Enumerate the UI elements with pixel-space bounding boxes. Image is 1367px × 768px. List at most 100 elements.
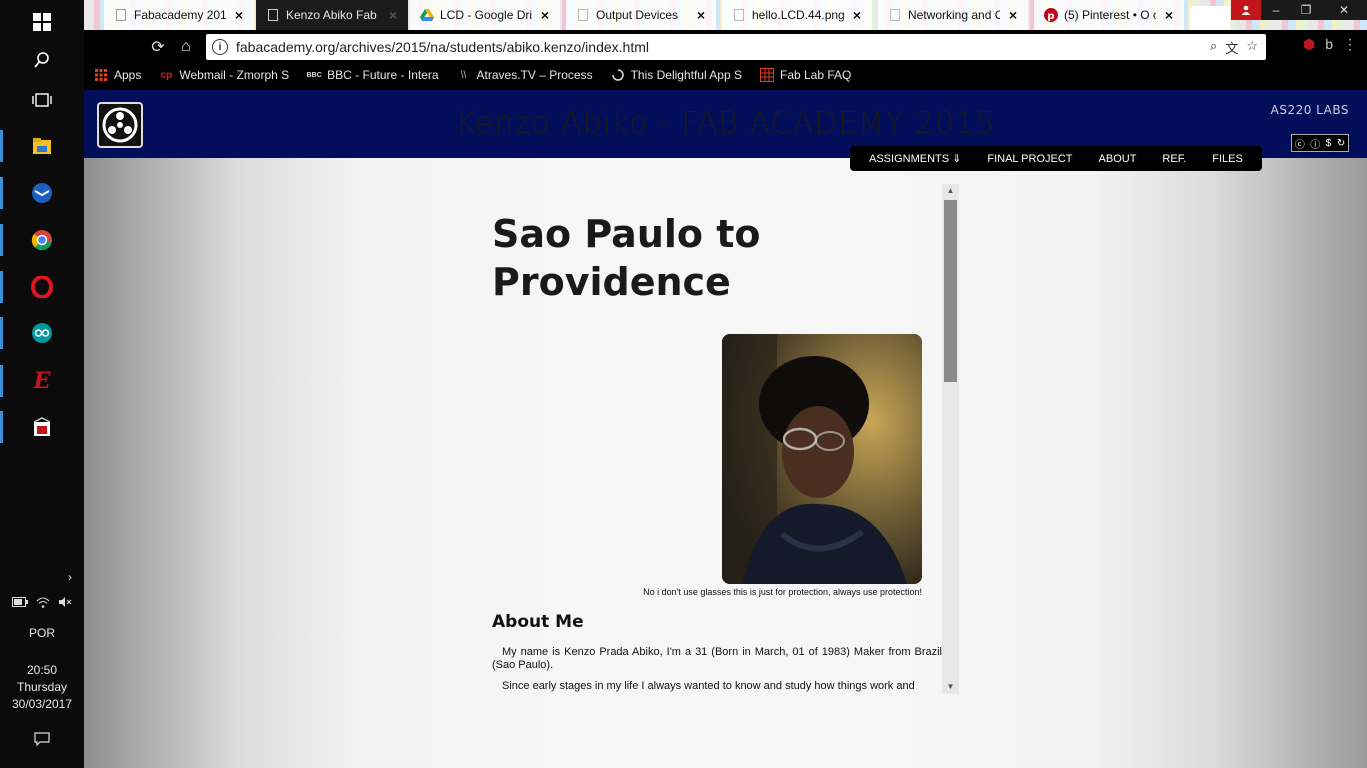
svg-text:p: p bbox=[1047, 11, 1054, 22]
show-hidden-icons-chevron-icon[interactable]: › bbox=[0, 570, 84, 584]
adblock-icon[interactable]: ⬢ bbox=[1303, 36, 1315, 53]
thunderbird-icon bbox=[31, 182, 53, 204]
bookmark-bbc-future[interactable]: BBC BBC - Future - Intera bbox=[307, 68, 439, 82]
pinterest-icon: p bbox=[1044, 8, 1058, 22]
new-tab-button[interactable] bbox=[1190, 6, 1230, 30]
tab-networking[interactable]: Networking and C × bbox=[878, 0, 1028, 30]
bing-icon[interactable]: b bbox=[1325, 36, 1333, 53]
close-window-icon[interactable]: ✕ bbox=[1321, 0, 1367, 20]
clock-date[interactable]: 30/03/2017 bbox=[0, 696, 84, 713]
nav-about[interactable]: ABOUT bbox=[1086, 153, 1150, 165]
tab-title: Kenzo Abiko Fab bbox=[286, 8, 377, 22]
page-icon bbox=[576, 8, 590, 22]
tab-lcd-google-drive[interactable]: LCD - Google Dri × bbox=[410, 0, 560, 30]
page-icon bbox=[266, 8, 280, 22]
taskbar-presentation-app[interactable] bbox=[0, 405, 84, 449]
tab-fabacademy-2015[interactable]: Fabacademy 2015 × bbox=[104, 0, 254, 30]
clock-time[interactable]: 20:50 bbox=[0, 662, 84, 679]
tab-strip: Fabacademy 2015 × Kenzo Abiko Fab × LCD … bbox=[84, 0, 1367, 30]
battery-icon[interactable] bbox=[12, 596, 28, 611]
content-scrollbar[interactable]: ▲ ▼ bbox=[942, 184, 959, 694]
clock-day[interactable]: Thursday bbox=[0, 679, 84, 696]
address-bar[interactable]: i fabacademy.org/archives/2015/na/studen… bbox=[206, 34, 1266, 60]
nav-files[interactable]: FILES bbox=[1199, 153, 1256, 165]
scroll-up-arrow-icon[interactable]: ▲ bbox=[942, 184, 959, 198]
tab-close-icon[interactable]: × bbox=[538, 8, 552, 22]
tab-kenzo-abiko[interactable]: Kenzo Abiko Fab × bbox=[256, 0, 408, 30]
windows-logo-icon bbox=[31, 11, 53, 33]
profile-photo bbox=[722, 334, 922, 584]
as220-labs-logo[interactable]: AS220 LABS bbox=[1271, 103, 1349, 117]
zoom-icon[interactable]: ⌕ bbox=[1210, 38, 1217, 57]
chrome-icon bbox=[31, 229, 53, 251]
tab-close-icon[interactable]: × bbox=[850, 8, 864, 22]
bookmark-label: Apps bbox=[114, 68, 142, 82]
tab-hello-lcd-png[interactable]: hello.LCD.44.png × bbox=[722, 0, 872, 30]
scroll-down-arrow-icon[interactable]: ▼ bbox=[942, 680, 959, 694]
page-title: Sao Paulo to Providence bbox=[492, 212, 761, 304]
reload-icon[interactable]: ⟳ bbox=[144, 34, 172, 60]
action-center-button[interactable] bbox=[0, 731, 84, 752]
nav-assignments[interactable]: ASSIGNMENTS ⇓ bbox=[856, 152, 974, 165]
presentation-icon bbox=[31, 416, 53, 438]
about-me-heading: About Me bbox=[492, 612, 584, 632]
volume-muted-icon[interactable] bbox=[58, 596, 72, 611]
about-paragraph-1: My name is Kenzo Prada Abiko, I'm a 31 (… bbox=[492, 646, 942, 671]
taskbar-chrome[interactable] bbox=[0, 218, 84, 262]
menu-icon[interactable]: ⋮ bbox=[1343, 36, 1357, 53]
fablab-icon bbox=[760, 68, 774, 82]
content-frame: Sao Paulo to Providence No i don't use g… bbox=[492, 180, 958, 694]
bookmark-atraves-tv[interactable]: \\ Atraves.TV – Process bbox=[457, 68, 593, 82]
google-drive-icon bbox=[420, 8, 434, 22]
task-view-button[interactable] bbox=[0, 78, 84, 122]
image-icon bbox=[732, 8, 746, 22]
bookmark-delightful-app[interactable]: This Delightful App S bbox=[611, 68, 742, 82]
url-text: fabacademy.org/archives/2015/na/students… bbox=[236, 39, 649, 55]
bookmark-star-icon[interactable]: ☆ bbox=[1246, 38, 1258, 57]
bookmark-label: Fab Lab FAQ bbox=[780, 68, 852, 82]
bookmark-label: BBC - Future - Intera bbox=[327, 68, 439, 82]
taskbar-thunderbird[interactable] bbox=[0, 171, 84, 215]
search-button[interactable] bbox=[0, 38, 84, 82]
input-language[interactable]: POR bbox=[0, 625, 84, 642]
zmorph-icon: cp bbox=[160, 69, 173, 81]
site-info-icon[interactable]: i bbox=[212, 39, 228, 55]
bookmark-label: Atraves.TV – Process bbox=[476, 68, 593, 82]
page-icon bbox=[114, 8, 128, 22]
bookmark-webmail-zmorph[interactable]: cp Webmail - Zmorph S bbox=[159, 68, 290, 82]
user-profile-icon[interactable] bbox=[1231, 0, 1261, 20]
tab-title: (5) Pinterest • O c bbox=[1064, 8, 1156, 22]
home-icon[interactable]: ⌂ bbox=[172, 34, 200, 60]
translate-icon[interactable]: 文 bbox=[1225, 38, 1238, 57]
taskbar-file-explorer[interactable] bbox=[0, 124, 84, 168]
cc-sa-icon: ↻ bbox=[1336, 137, 1346, 149]
minimize-icon[interactable]: – bbox=[1261, 0, 1291, 20]
taskbar-opera[interactable] bbox=[0, 265, 84, 309]
tab-close-icon[interactable]: × bbox=[1162, 8, 1176, 22]
tab-close-icon[interactable]: × bbox=[386, 8, 400, 22]
wifi-icon[interactable] bbox=[36, 596, 50, 611]
tab-title: hello.LCD.44.png bbox=[752, 8, 844, 22]
bookmark-label: Webmail - Zmorph S bbox=[179, 68, 290, 82]
cc-by-icon: ⓘ bbox=[1310, 139, 1321, 151]
restore-icon[interactable]: ❐ bbox=[1291, 0, 1321, 20]
bookmark-apps[interactable]: Apps bbox=[94, 68, 141, 82]
loading-icon bbox=[611, 68, 625, 82]
tab-output-devices[interactable]: Output Devices × bbox=[566, 0, 716, 30]
bookmark-fab-lab-faq[interactable]: Fab Lab FAQ bbox=[760, 68, 851, 82]
notification-icon bbox=[34, 731, 50, 752]
creative-commons-badge[interactable]: ⓒ ⓘ $ ↻ bbox=[1291, 134, 1349, 152]
tab-pinterest[interactable]: p (5) Pinterest • O c × bbox=[1034, 0, 1184, 30]
tab-close-icon[interactable]: × bbox=[694, 8, 708, 22]
nav-final-project[interactable]: FINAL PROJECT bbox=[974, 153, 1085, 165]
taskbar-arduino[interactable] bbox=[0, 311, 84, 355]
tab-close-icon[interactable]: × bbox=[1006, 8, 1020, 22]
scrollbar-thumb[interactable] bbox=[944, 200, 957, 382]
about-paragraph-2: Since early stages in my life I always w… bbox=[502, 680, 915, 692]
nav-ref[interactable]: REF. bbox=[1149, 153, 1199, 165]
tab-close-icon[interactable]: × bbox=[232, 8, 246, 22]
browser-window: Fabacademy 2015 × Kenzo Abiko Fab × LCD … bbox=[84, 0, 1367, 90]
taskbar-eagle[interactable]: E bbox=[0, 359, 84, 403]
task-view-icon bbox=[31, 89, 53, 111]
page-icon bbox=[888, 8, 902, 22]
